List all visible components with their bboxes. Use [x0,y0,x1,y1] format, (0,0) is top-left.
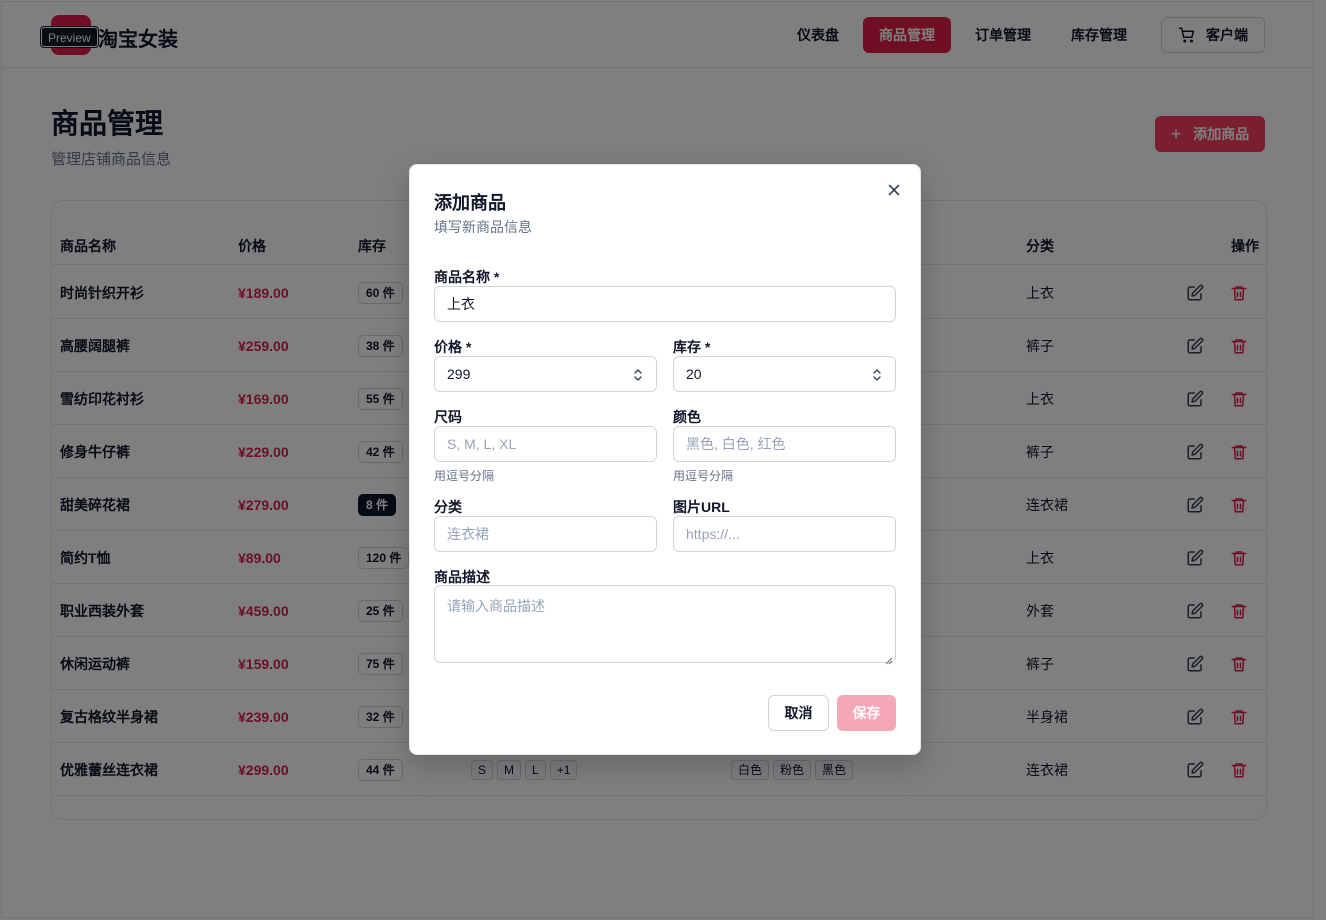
image-url-input[interactable]: https://... [673,516,896,552]
size-label: 尺码 [434,409,462,425]
stock-value: 20 [686,366,702,382]
image-url-label: 图片URL [673,499,730,515]
color-hint: 用逗号分隔 [673,469,734,483]
category-input[interactable]: 连衣裙 [434,516,657,552]
stock-label: 库存 * [673,339,711,355]
color-input[interactable]: 黑色, 白色, 红色 [673,426,896,462]
description-textarea[interactable]: 请输入商品描述 [434,585,896,665]
name-input[interactable]: 上衣 [434,286,896,322]
cancel-button[interactable]: 取消 [768,695,829,731]
resize-handle-icon[interactable] [885,652,893,665]
color-label: 颜色 [673,409,701,425]
stepper-icon[interactable] [871,367,883,383]
price-value: 299 [447,366,471,382]
category-label: 分类 [434,499,462,515]
price-input[interactable]: 299 [434,356,657,392]
description-placeholder: 请输入商品描述 [447,598,545,614]
stepper-icon[interactable] [632,367,644,383]
stock-input[interactable]: 20 [673,356,896,392]
dialog-title: 添加商品 [434,193,506,213]
close-icon[interactable] [886,182,902,198]
price-label: 价格 * [434,339,472,355]
description-label: 商品描述 [434,569,490,585]
name-label: 商品名称 * [434,269,500,285]
save-button[interactable]: 保存 [837,695,896,731]
add-product-dialog: 添加商品 填写新商品信息 商品名称 * 上衣 价格 * 299 库存 * 20 … [409,164,921,755]
size-input[interactable]: S, M, L, XL [434,426,657,462]
dialog-subtitle: 填写新商品信息 [434,219,532,235]
size-hint: 用逗号分隔 [434,469,495,483]
